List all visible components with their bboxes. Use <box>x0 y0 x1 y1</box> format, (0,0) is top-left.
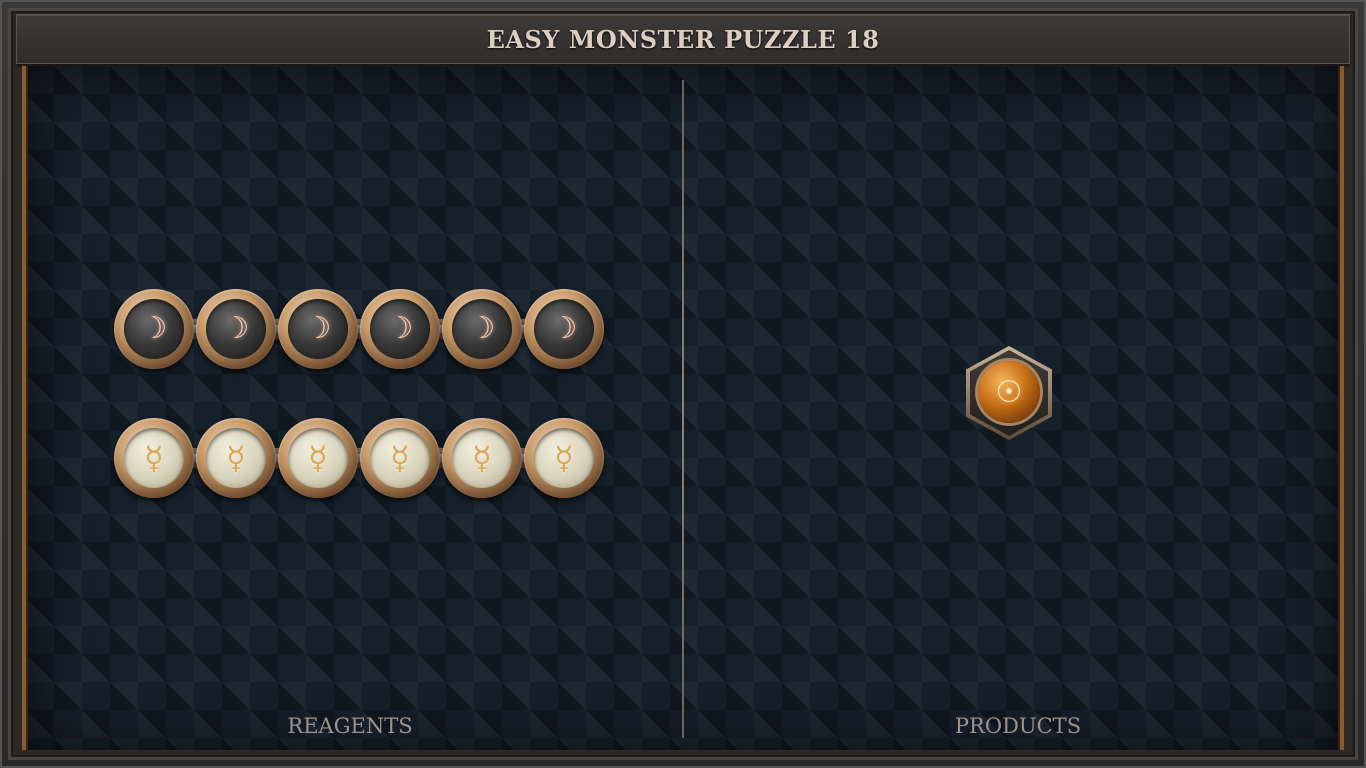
mercury-symbol-icon: ☿ <box>308 439 328 477</box>
moon-crescent-icon: ☽ <box>386 311 414 346</box>
atom-moon[interactable]: ☽ <box>114 289 194 369</box>
atom-moon[interactable]: ☽ <box>524 289 604 369</box>
mercury-symbol-icon: ☿ <box>554 439 574 477</box>
atom-mercury[interactable]: ☿ <box>196 418 276 498</box>
atom-moon[interactable]: ☽ <box>196 289 276 369</box>
title-bar: EASY MONSTER PUZZLE 18 <box>16 14 1350 64</box>
puzzle-title: EASY MONSTER PUZZLE 18 <box>486 24 880 54</box>
mercury-symbol-icon: ☿ <box>390 439 410 477</box>
mercury-symbol-icon: ☿ <box>226 439 246 477</box>
atom-mercury[interactable]: ☿ <box>524 418 604 498</box>
atom-moon[interactable]: ☽ <box>360 289 440 369</box>
mercury-symbol-icon: ☿ <box>144 439 164 477</box>
moon-crescent-icon: ☽ <box>222 311 250 346</box>
products-label: PRODUCTS <box>954 714 1082 738</box>
atom-gold: ☉ <box>978 361 1040 423</box>
atom-mercury[interactable]: ☿ <box>360 418 440 498</box>
product-gold[interactable]: ☉ <box>966 346 1052 440</box>
reagent-molecule-2[interactable]: ☿ ☿ ☿ ☿ ☿ ☿ <box>114 418 604 498</box>
mercury-symbol-icon: ☿ <box>472 439 492 477</box>
panel-divider <box>682 80 684 738</box>
atom-moon[interactable]: ☽ <box>442 289 522 369</box>
atom-mercury[interactable]: ☿ <box>114 418 194 498</box>
sun-symbol-icon: ☉ <box>995 374 1023 410</box>
moon-crescent-icon: ☽ <box>140 311 168 346</box>
reagent-molecule-1[interactable]: ☽ ☽ ☽ ☽ ☽ ☽ <box>114 289 604 369</box>
moon-crescent-icon: ☽ <box>468 311 496 346</box>
moon-crescent-icon: ☽ <box>550 311 578 346</box>
atom-mercury[interactable]: ☿ <box>278 418 358 498</box>
atom-moon[interactable]: ☽ <box>278 289 358 369</box>
atom-mercury[interactable]: ☿ <box>442 418 522 498</box>
reagents-label: REAGENTS <box>287 714 413 738</box>
moon-crescent-icon: ☽ <box>304 311 332 346</box>
